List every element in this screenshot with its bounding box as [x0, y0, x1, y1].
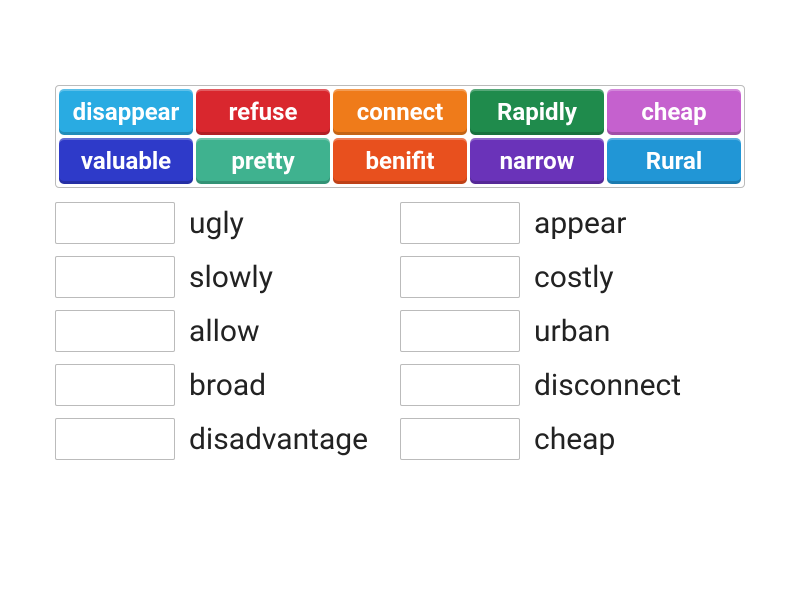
target-label: disconnect — [534, 368, 681, 403]
word-tile-narrow[interactable]: narrow — [470, 138, 604, 184]
drop-box-urban[interactable] — [400, 310, 520, 352]
target-item: allow — [55, 310, 400, 352]
target-item: ugly — [55, 202, 400, 244]
drop-box-appear[interactable] — [400, 202, 520, 244]
drop-box-disconnect[interactable] — [400, 364, 520, 406]
target-label: costly — [534, 260, 614, 295]
drop-box-broad[interactable] — [55, 364, 175, 406]
target-item: appear — [400, 202, 745, 244]
word-tile-benifit[interactable]: benifit — [333, 138, 467, 184]
word-bank: disappear refuse connect Rapidly cheap v… — [55, 85, 745, 188]
target-label: allow — [189, 314, 260, 349]
target-label: disadvantage — [189, 422, 368, 457]
drop-box-ugly[interactable] — [55, 202, 175, 244]
word-tile-refuse[interactable]: refuse — [196, 89, 330, 135]
word-tile-connect[interactable]: connect — [333, 89, 467, 135]
target-item: disconnect — [400, 364, 745, 406]
word-bank-row: valuable pretty benifit narrow Rural — [59, 138, 741, 184]
target-item: broad — [55, 364, 400, 406]
target-label: ugly — [189, 206, 244, 241]
target-item: disadvantage — [55, 418, 400, 460]
target-label: urban — [534, 314, 610, 349]
target-label: cheap — [534, 422, 615, 457]
drop-box-costly[interactable] — [400, 256, 520, 298]
word-tile-pretty[interactable]: pretty — [196, 138, 330, 184]
word-tile-disappear[interactable]: disappear — [59, 89, 193, 135]
target-label: slowly — [189, 260, 273, 295]
target-item: cheap — [400, 418, 745, 460]
targets-grid: ugly appear slowly costly allow urban br… — [55, 202, 745, 460]
target-item: urban — [400, 310, 745, 352]
target-item: slowly — [55, 256, 400, 298]
target-label: broad — [189, 368, 266, 403]
drop-box-cheap[interactable] — [400, 418, 520, 460]
target-label: appear — [534, 206, 626, 241]
target-item: costly — [400, 256, 745, 298]
drop-box-slowly[interactable] — [55, 256, 175, 298]
drop-box-allow[interactable] — [55, 310, 175, 352]
word-tile-rural[interactable]: Rural — [607, 138, 741, 184]
word-bank-row: disappear refuse connect Rapidly cheap — [59, 89, 741, 135]
word-tile-rapidly[interactable]: Rapidly — [470, 89, 604, 135]
word-tile-valuable[interactable]: valuable — [59, 138, 193, 184]
word-tile-cheap[interactable]: cheap — [607, 89, 741, 135]
drop-box-disadvantage[interactable] — [55, 418, 175, 460]
